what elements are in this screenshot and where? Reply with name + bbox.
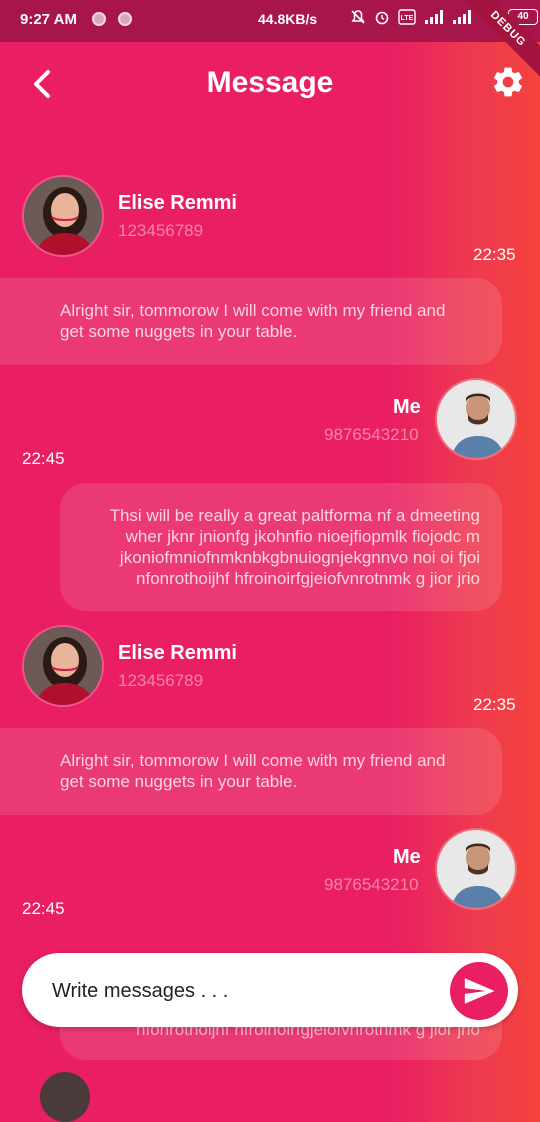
avatar-woman-image	[24, 627, 102, 705]
avatar[interactable]	[22, 625, 104, 707]
message-bubble[interactable]: Thsi will be really a great paltforma nf…	[60, 483, 502, 611]
sender-name: Elise Remmi	[118, 642, 237, 664]
message-time: 22:35	[473, 695, 516, 714]
settings-button[interactable]	[490, 64, 530, 104]
message-input[interactable]	[50, 953, 434, 1029]
gear-icon	[493, 67, 523, 97]
avatar[interactable]	[22, 175, 104, 257]
message-time: 22:45	[22, 449, 65, 468]
send-button[interactable]	[450, 962, 508, 1020]
sender-name: Elise Remmi	[118, 192, 237, 214]
status-time: 9:27 AM	[20, 11, 77, 28]
message-time: 22:45	[22, 899, 65, 918]
battery-level: 40	[517, 11, 529, 22]
sender-phone: 123456789	[118, 221, 204, 240]
svg-text:LTE: LTE	[401, 15, 414, 22]
message-item: Me 9876543210 22:45	[0, 828, 540, 948]
avatar[interactable]	[435, 828, 517, 910]
message-item: Me 9876543210 22:45 Thsi will be really …	[0, 378, 540, 613]
mute-icon	[351, 10, 365, 24]
message-time: 22:35	[473, 245, 516, 264]
signal-icon	[425, 10, 443, 24]
avatar[interactable]	[435, 378, 517, 460]
sender-phone: 123456789	[118, 671, 204, 690]
message-bubble[interactable]: Alright sir, tommorow I will come with m…	[0, 728, 502, 815]
signal-icon	[453, 10, 471, 24]
sender-name: Me	[393, 396, 421, 418]
message-item: Elise Remmi 123456789 22:35 Alright sir,…	[0, 175, 540, 375]
message-item: Elise Remmi 123456789 22:35 Alright sir,…	[0, 625, 540, 825]
send-icon	[464, 978, 495, 1004]
avatar-man-image	[437, 830, 515, 908]
sender-phone: 9876543210	[324, 875, 419, 894]
page-title: Message	[206, 66, 334, 99]
notification-dot-icon	[92, 12, 106, 26]
alarm-icon	[375, 11, 389, 25]
avatar-woman-image	[24, 177, 102, 255]
avatar-man-image	[437, 380, 515, 458]
volte-icon: LTE	[398, 9, 416, 25]
network-speed: 44.8KB/s	[258, 11, 318, 27]
message-bubble[interactable]: Alright sir, tommorow I will come with m…	[0, 278, 502, 365]
message-composer	[22, 953, 518, 1029]
sender-phone: 9876543210	[324, 425, 419, 444]
sender-name: Me	[393, 846, 421, 868]
status-bar: 9:27 AM 44.8KB/s LTE 40 DEBUG	[0, 0, 540, 87]
notification-dot-icon	[118, 12, 132, 26]
app-bar: Message	[0, 42, 540, 126]
